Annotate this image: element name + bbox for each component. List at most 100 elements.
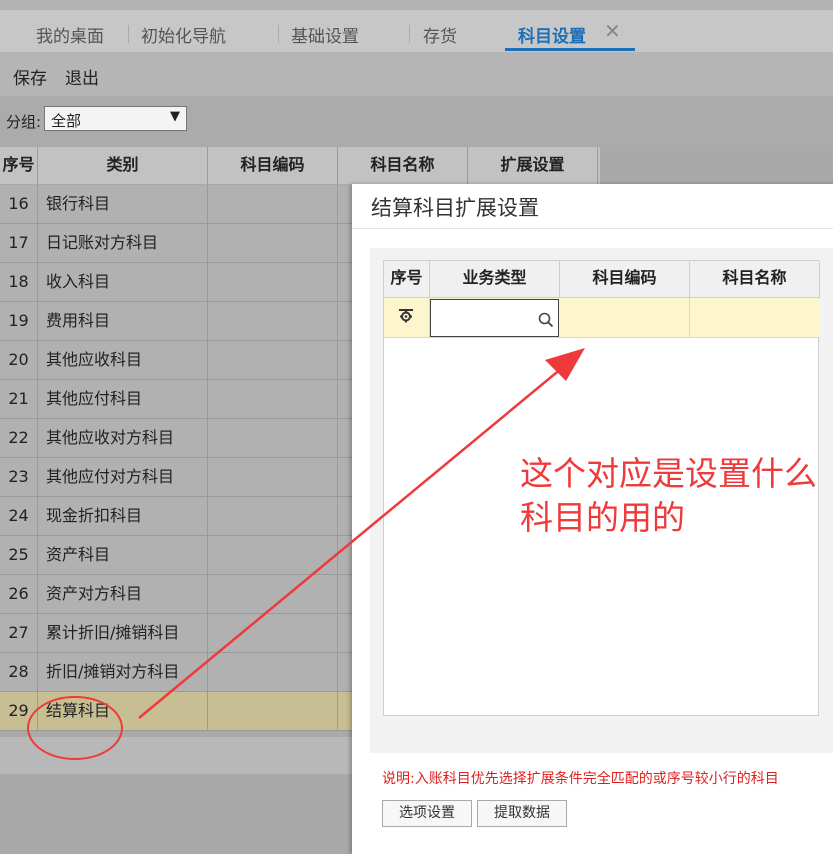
tab-init-nav[interactable]: 初始化导航 bbox=[141, 22, 226, 47]
row-name bbox=[338, 224, 352, 262]
row-category: 其他应收对方科目 bbox=[38, 419, 208, 457]
row-name bbox=[338, 302, 352, 340]
table-row[interactable]: 21 其他应付科目 bbox=[0, 380, 352, 419]
table-row[interactable]: 16 银行科目 bbox=[0, 185, 352, 224]
header-name: 科目名称 bbox=[338, 147, 468, 184]
row-name bbox=[338, 497, 352, 535]
row-idx: 23 bbox=[0, 458, 38, 496]
row-idx: 22 bbox=[0, 419, 38, 457]
table-row[interactable]: 29 结算科目 bbox=[0, 692, 352, 731]
exit-button[interactable]: 退出 bbox=[65, 64, 99, 89]
table-row[interactable]: 23 其他应付对方科目 bbox=[0, 458, 352, 497]
row-name bbox=[338, 653, 352, 691]
header-idx: 序号 bbox=[0, 147, 38, 184]
dialog-divider bbox=[352, 228, 833, 229]
row-name bbox=[338, 692, 352, 730]
grid-header-biz: 业务类型 bbox=[430, 261, 560, 298]
tab-separator bbox=[409, 25, 410, 43]
row-idx: 29 bbox=[0, 692, 38, 730]
row-idx: 26 bbox=[0, 575, 38, 613]
row-code bbox=[208, 692, 338, 730]
options-button[interactable]: 选项设置 bbox=[382, 800, 472, 827]
header-category: 类别 bbox=[38, 147, 208, 184]
toolbar: 保存 退出 bbox=[0, 52, 833, 96]
row-code bbox=[208, 341, 338, 379]
tab-inventory[interactable]: 存货 bbox=[423, 22, 457, 47]
row-code bbox=[208, 224, 338, 262]
table-header: 序号 类别 科目编码 科目名称 扩展设置 bbox=[0, 147, 600, 184]
row-idx: 16 bbox=[0, 185, 38, 223]
grid-header-code: 科目编码 bbox=[560, 261, 690, 298]
tab-my-desktop[interactable]: 我的桌面 bbox=[36, 22, 104, 47]
row-category: 结算科目 bbox=[38, 692, 208, 730]
table-row[interactable]: 26 资产对方科目 bbox=[0, 575, 352, 614]
row-idx: 17 bbox=[0, 224, 38, 262]
gear-icon[interactable] bbox=[398, 308, 414, 324]
row-category: 其他应收科目 bbox=[38, 341, 208, 379]
row-category: 银行科目 bbox=[38, 185, 208, 223]
table-row[interactable]: 25 资产科目 bbox=[0, 536, 352, 575]
row-name bbox=[338, 575, 352, 613]
row-name bbox=[338, 380, 352, 418]
row-code bbox=[208, 380, 338, 418]
table-row[interactable]: 27 累计折旧/摊销科目 bbox=[0, 614, 352, 653]
row-name bbox=[338, 536, 352, 574]
tab-separator bbox=[278, 25, 279, 43]
row-code bbox=[208, 575, 338, 613]
close-icon[interactable]: ✕ bbox=[604, 19, 621, 43]
tab-account-settings[interactable]: 科目设置 bbox=[518, 22, 586, 47]
row-code bbox=[208, 653, 338, 691]
save-button[interactable]: 保存 bbox=[13, 64, 47, 89]
group-select[interactable]: 全部 ▼ bbox=[44, 106, 187, 131]
row-idx: 25 bbox=[0, 536, 38, 574]
row-category: 其他应付对方科目 bbox=[38, 458, 208, 496]
row-idx: 19 bbox=[0, 302, 38, 340]
row-idx: 21 bbox=[0, 380, 38, 418]
row-idx: 18 bbox=[0, 263, 38, 301]
row-idx: 28 bbox=[0, 653, 38, 691]
active-tab-indicator bbox=[505, 48, 635, 51]
table-row[interactable]: 19 费用科目 bbox=[0, 302, 352, 341]
table-row[interactable]: 17 日记账对方科目 bbox=[0, 224, 352, 263]
header-ext: 扩展设置 bbox=[468, 147, 598, 184]
tab-basic-settings[interactable]: 基础设置 bbox=[291, 22, 359, 47]
row-idx: 24 bbox=[0, 497, 38, 535]
grid-header-name: 科目名称 bbox=[690, 261, 820, 298]
row-code bbox=[208, 263, 338, 301]
table-row[interactable]: 28 折旧/摊销对方科目 bbox=[0, 653, 352, 692]
row-code bbox=[208, 614, 338, 652]
row-category: 收入科目 bbox=[38, 263, 208, 301]
row-category: 现金折扣科目 bbox=[38, 497, 208, 535]
tab-bar: 我的桌面 初始化导航 基础设置 存货 科目设置 ✕ bbox=[0, 0, 833, 52]
header-code: 科目编码 bbox=[208, 147, 338, 184]
row-category: 折旧/摊销对方科目 bbox=[38, 653, 208, 691]
row-category: 资产科目 bbox=[38, 536, 208, 574]
row-category: 日记账对方科目 bbox=[38, 224, 208, 262]
row-category: 其他应付科目 bbox=[38, 380, 208, 418]
row-code bbox=[208, 458, 338, 496]
row-name bbox=[338, 263, 352, 301]
row-code bbox=[208, 185, 338, 223]
row-code bbox=[208, 536, 338, 574]
row-code bbox=[208, 302, 338, 340]
table-row[interactable]: 20 其他应收科目 bbox=[0, 341, 352, 380]
fetch-data-button[interactable]: 提取数据 bbox=[477, 800, 567, 827]
group-select-value: 全部 bbox=[51, 112, 82, 130]
table-row[interactable]: 22 其他应收对方科目 bbox=[0, 419, 352, 458]
row-category: 累计折旧/摊销科目 bbox=[38, 614, 208, 652]
dropdown-arrow-icon: ▼ bbox=[170, 109, 180, 124]
table-row[interactable]: 24 现金折扣科目 bbox=[0, 497, 352, 536]
tab-separator bbox=[128, 25, 129, 43]
row-name bbox=[338, 614, 352, 652]
group-label: 分组: bbox=[6, 113, 42, 131]
dialog-title: 结算科目扩展设置 bbox=[371, 196, 539, 220]
row-name bbox=[338, 341, 352, 379]
table-row[interactable]: 18 收入科目 bbox=[0, 263, 352, 302]
row-name bbox=[338, 419, 352, 457]
search-icon[interactable] bbox=[538, 312, 554, 328]
top-border bbox=[0, 0, 833, 10]
row-name bbox=[338, 458, 352, 496]
row-code bbox=[208, 419, 338, 457]
grid-cell-name[interactable] bbox=[690, 298, 820, 337]
grid-cell-code[interactable] bbox=[560, 298, 690, 337]
